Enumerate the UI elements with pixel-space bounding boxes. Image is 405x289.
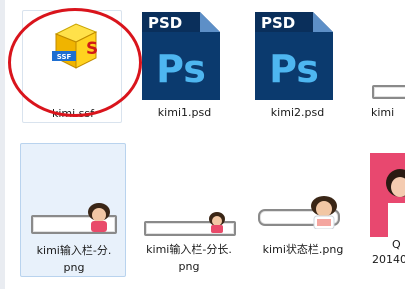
file-label-line2: png — [63, 261, 85, 274]
file-label-line1: kimi输入栏-分. — [36, 244, 112, 257]
file-label-line2: 20140 — [372, 253, 405, 266]
file-label: kimi — [371, 106, 395, 119]
input-bar-thumbnail — [372, 85, 405, 99]
girl-avatar-image — [209, 212, 225, 233]
file-tile-kimi1-psd[interactable]: PSD Ps kimi1.psd — [132, 10, 237, 123]
file-label: kimi2.psd — [270, 106, 325, 119]
file-tile-photo-partial[interactable]: Q 20140 — [366, 143, 405, 277]
photo-thumbnail — [370, 153, 405, 237]
left-scroll-strip — [0, 0, 5, 289]
file-tile-input-bar-long[interactable]: kimi输入栏-分长. png — [136, 143, 242, 277]
annotation-circle — [8, 8, 142, 117]
ps-logo-text: Ps — [269, 47, 319, 91]
file-label-line1: kimi状态栏.png — [262, 243, 344, 256]
file-label-line1: Q — [392, 238, 401, 251]
girl-avatar-image — [88, 203, 110, 232]
ps-logo-text: Ps — [156, 47, 206, 91]
file-label: kimi1.psd — [157, 106, 212, 119]
psd-badge-text: PSD — [148, 14, 182, 32]
psd-badge-text: PSD — [261, 14, 295, 32]
psd-file-icon: PSD Ps — [142, 12, 220, 100]
girl-avatar-image — [311, 196, 337, 229]
file-tile-input-bar-short[interactable]: kimi输入栏-分. png — [20, 143, 126, 277]
file-label-line2: png — [178, 260, 200, 273]
file-tile-kimi-partial[interactable]: kimi — [365, 10, 405, 123]
psd-file-icon: PSD Ps — [255, 12, 333, 100]
file-label-line1: kimi输入栏-分长. — [146, 243, 232, 256]
file-tile-status-bar[interactable]: kimi状态栏.png — [250, 143, 356, 277]
file-tile-kimi2-psd[interactable]: PSD Ps kimi2.psd — [245, 10, 350, 123]
